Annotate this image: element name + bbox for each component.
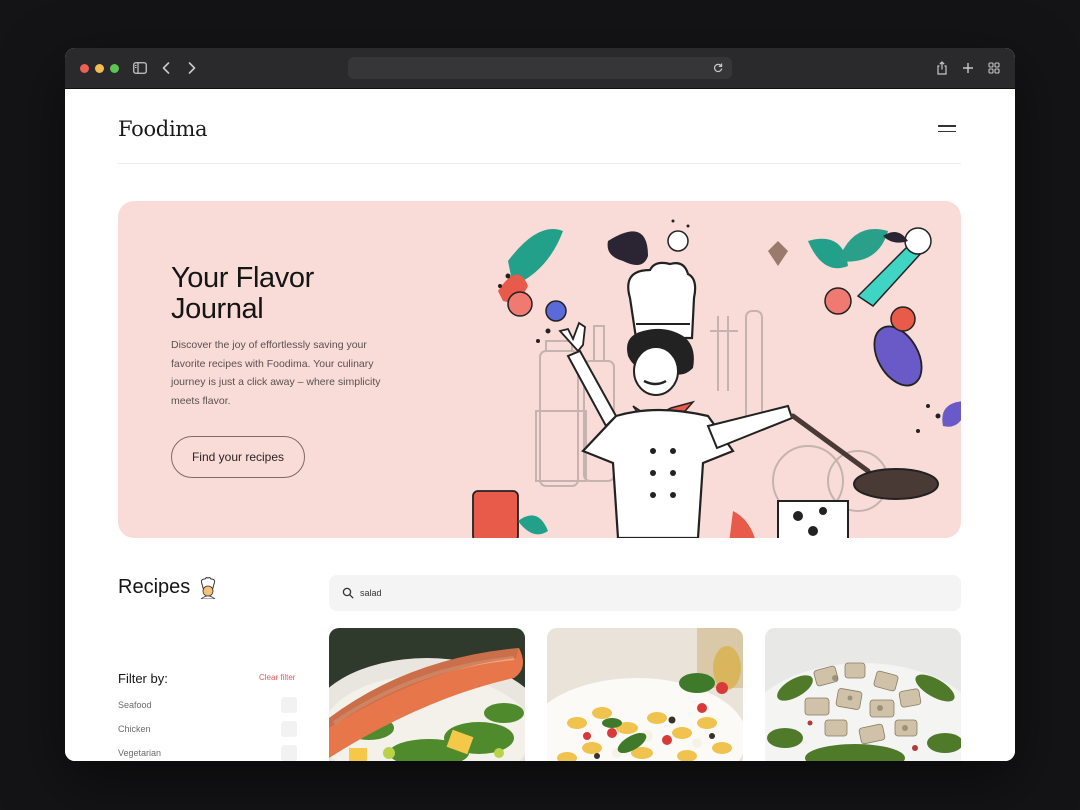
recipe-card-pasta-salad[interactable] xyxy=(547,628,743,761)
web-page: Foodima Your Flavor Journal Discover the… xyxy=(65,89,1015,761)
hero-title: Your Flavor Journal xyxy=(171,262,314,325)
forward-icon[interactable] xyxy=(183,59,201,77)
share-icon[interactable] xyxy=(933,59,951,77)
filter-checkbox[interactable] xyxy=(281,745,297,761)
recipes-title: Recipes xyxy=(118,576,191,598)
search-input[interactable] xyxy=(360,575,920,611)
chef-illustration xyxy=(472,219,961,538)
browser-titlebar xyxy=(65,48,1015,89)
site-logo[interactable]: Foodima xyxy=(118,117,208,141)
recipes-heading: Recipes xyxy=(118,576,218,599)
filter-option-vegetarian[interactable]: Vegetarian xyxy=(118,745,298,761)
browser-window: Foodima Your Flavor Journal Discover the… xyxy=(65,48,1015,761)
filter-option-label: Chicken xyxy=(118,724,151,734)
recipe-card-chicken-salad[interactable] xyxy=(765,628,961,761)
recipe-card-salmon-salad[interactable] xyxy=(329,628,525,761)
zoom-window-button[interactable] xyxy=(110,64,119,73)
hero-description: Discover the joy of effortlessly saving … xyxy=(171,339,381,407)
search-icon xyxy=(342,587,354,599)
recipe-search[interactable] xyxy=(329,575,961,611)
new-tab-icon[interactable] xyxy=(959,59,977,77)
filter-checkbox[interactable] xyxy=(281,721,297,737)
filter-option-seafood[interactable]: Seafood xyxy=(118,697,298,716)
pasta-salad-photo xyxy=(547,628,743,761)
sidebar-icon[interactable] xyxy=(131,59,149,77)
filter-label: Filter by: xyxy=(118,671,168,686)
filter-option-label: Vegetarian xyxy=(118,748,162,758)
hamburger-menu-icon[interactable] xyxy=(938,125,956,133)
filter-option-label: Seafood xyxy=(118,700,152,710)
minimize-window-button[interactable] xyxy=(95,64,104,73)
reload-icon[interactable] xyxy=(710,60,726,76)
close-window-button[interactable] xyxy=(80,64,89,73)
tab-overview-icon[interactable] xyxy=(985,59,1003,77)
clear-filter-link[interactable]: Clear filter xyxy=(259,673,295,682)
filter-checkbox[interactable] xyxy=(281,697,297,713)
chicken-salad-photo xyxy=(765,628,961,761)
chef-emoji-icon xyxy=(200,576,216,599)
back-icon[interactable] xyxy=(157,59,175,77)
find-recipes-button[interactable]: Find your recipes xyxy=(171,436,305,478)
hero-banner: Your Flavor Journal Discover the joy of … xyxy=(118,201,961,538)
filter-option-chicken[interactable]: Chicken xyxy=(118,721,298,740)
address-bar[interactable] xyxy=(348,57,732,79)
header-divider xyxy=(118,163,961,164)
salmon-salad-photo xyxy=(329,628,525,761)
